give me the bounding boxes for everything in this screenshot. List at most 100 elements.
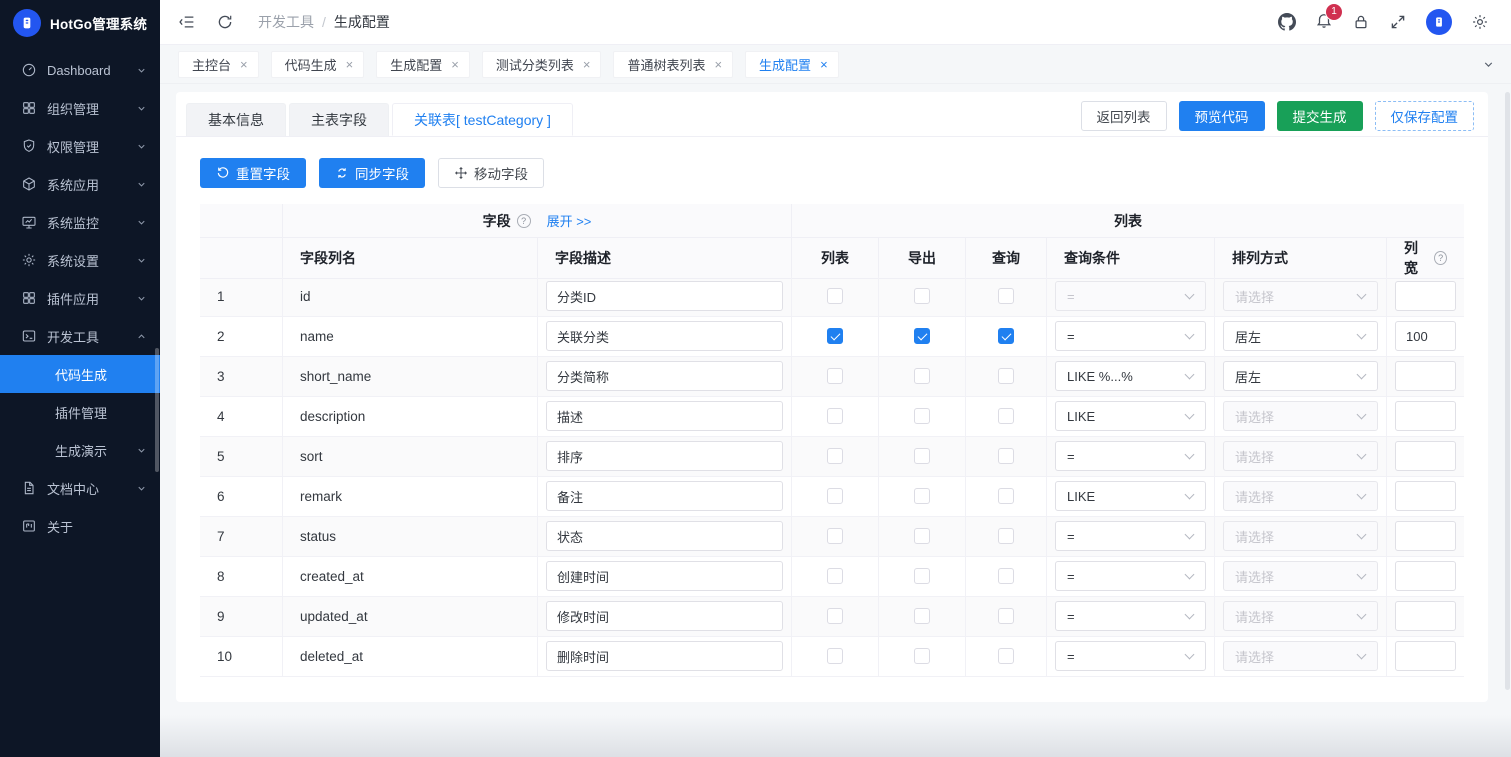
breadcrumb-parent[interactable]: 开发工具: [258, 12, 314, 32]
align-select[interactable]: 请选择: [1223, 521, 1378, 551]
export-checkbox[interactable]: [914, 448, 930, 464]
sidebar-item-permission[interactable]: 权限管理: [0, 127, 160, 165]
column-width-input[interactable]: [1395, 441, 1456, 471]
back-to-list-button[interactable]: 返回列表: [1081, 101, 1167, 131]
sidebar-item-dev-tools[interactable]: 开发工具: [0, 317, 160, 355]
field-desc-input[interactable]: [546, 521, 783, 551]
sidebar-scrollbar[interactable]: [155, 348, 159, 472]
align-select[interactable]: 居左: [1223, 361, 1378, 391]
query-condition-select[interactable]: =: [1055, 641, 1206, 671]
close-icon[interactable]: ×: [240, 58, 248, 71]
collapse-sidebar-icon[interactable]: [178, 13, 196, 31]
align-select[interactable]: 请选择: [1223, 641, 1378, 671]
github-icon[interactable]: [1278, 13, 1296, 31]
query-checkbox[interactable]: [998, 288, 1014, 304]
query-condition-select[interactable]: =: [1055, 441, 1206, 471]
sidebar-item-system-app[interactable]: 系统应用: [0, 165, 160, 203]
reset-fields-button[interactable]: 重置字段: [200, 158, 306, 188]
query-condition-select[interactable]: =: [1055, 601, 1206, 631]
field-desc-input[interactable]: [546, 401, 783, 431]
column-width-input[interactable]: [1395, 481, 1456, 511]
sidebar-item-code-generation[interactable]: 代码生成: [0, 355, 160, 393]
field-desc-input[interactable]: [546, 321, 783, 351]
sidebar-item-org[interactable]: 组织管理: [0, 89, 160, 127]
export-checkbox[interactable]: [914, 288, 930, 304]
sidebar-item-system-settings[interactable]: 系统设置: [0, 241, 160, 279]
list-checkbox[interactable]: [827, 608, 843, 624]
field-desc-input[interactable]: [546, 481, 783, 511]
refresh-icon[interactable]: [216, 13, 234, 31]
align-select[interactable]: 请选择: [1223, 481, 1378, 511]
query-checkbox[interactable]: [998, 448, 1014, 464]
query-checkbox[interactable]: [998, 568, 1014, 584]
list-checkbox[interactable]: [827, 328, 843, 344]
query-condition-select[interactable]: LIKE: [1055, 401, 1206, 431]
sidebar-item-doc-center[interactable]: 文档中心: [0, 469, 160, 507]
close-icon[interactable]: ×: [346, 58, 354, 71]
query-checkbox[interactable]: [998, 368, 1014, 384]
tab-main-fields[interactable]: 主表字段: [289, 103, 389, 136]
sidebar-item-generate-demo[interactable]: 生成演示: [0, 431, 160, 469]
list-checkbox[interactable]: [827, 408, 843, 424]
notifications-button[interactable]: 1: [1315, 11, 1333, 34]
list-checkbox[interactable]: [827, 368, 843, 384]
column-width-input[interactable]: [1395, 281, 1456, 311]
settings-gear-icon[interactable]: [1471, 13, 1489, 31]
close-icon[interactable]: ×: [451, 58, 459, 71]
export-checkbox[interactable]: [914, 568, 930, 584]
user-avatar[interactable]: [1426, 9, 1452, 35]
tab-chip-console[interactable]: 主控台×: [178, 51, 259, 78]
sidebar-item-about[interactable]: 关于: [0, 507, 160, 545]
field-desc-input[interactable]: [546, 361, 783, 391]
submit-generate-button[interactable]: 提交生成: [1277, 101, 1363, 131]
list-checkbox[interactable]: [827, 288, 843, 304]
lock-icon[interactable]: [1352, 13, 1370, 31]
sidebar-item-plugin-app[interactable]: 插件应用: [0, 279, 160, 317]
sidebar-item-plugin-manage[interactable]: 插件管理: [0, 393, 160, 431]
align-select[interactable]: 请选择: [1223, 601, 1378, 631]
fullscreen-icon[interactable]: [1389, 13, 1407, 31]
sidebar-item-dashboard[interactable]: Dashboard: [0, 51, 160, 89]
export-checkbox[interactable]: [914, 488, 930, 504]
app-logo[interactable]: HotGo管理系统: [0, 0, 160, 45]
column-width-input[interactable]: [1395, 641, 1456, 671]
query-checkbox[interactable]: [998, 608, 1014, 624]
export-checkbox[interactable]: [914, 608, 930, 624]
tab-basic-info[interactable]: 基本信息: [186, 103, 286, 136]
move-fields-button[interactable]: 移动字段: [438, 158, 544, 188]
column-width-input[interactable]: [1395, 561, 1456, 591]
tab-chip-tree-table-list[interactable]: 普通树表列表×: [613, 51, 733, 78]
sidebar-item-system-monitor[interactable]: 系统监控: [0, 203, 160, 241]
tab-chip-code-generation[interactable]: 代码生成×: [271, 51, 365, 78]
query-checkbox[interactable]: [998, 648, 1014, 664]
tabs-menu-chevron-icon[interactable]: [1482, 58, 1495, 71]
help-icon[interactable]: ?: [517, 214, 531, 228]
close-icon[interactable]: ×: [714, 58, 722, 71]
field-desc-input[interactable]: [546, 561, 783, 591]
column-width-input[interactable]: [1395, 601, 1456, 631]
field-desc-input[interactable]: [546, 441, 783, 471]
window-scrollbar[interactable]: [1505, 92, 1510, 690]
list-checkbox[interactable]: [827, 448, 843, 464]
query-condition-select[interactable]: =: [1055, 281, 1206, 311]
query-condition-select[interactable]: =: [1055, 321, 1206, 351]
list-checkbox[interactable]: [827, 528, 843, 544]
align-select[interactable]: 请选择: [1223, 401, 1378, 431]
column-width-input[interactable]: [1395, 521, 1456, 551]
preview-code-button[interactable]: 预览代码: [1179, 101, 1265, 131]
query-checkbox[interactable]: [998, 408, 1014, 424]
list-checkbox[interactable]: [827, 648, 843, 664]
close-icon[interactable]: ×: [820, 58, 828, 71]
field-desc-input[interactable]: [546, 281, 783, 311]
query-condition-select[interactable]: =: [1055, 561, 1206, 591]
expand-link[interactable]: 展开 >>: [547, 211, 592, 230]
save-config-only-button[interactable]: 仅保存配置: [1375, 101, 1475, 131]
query-condition-select[interactable]: =: [1055, 521, 1206, 551]
query-checkbox[interactable]: [998, 528, 1014, 544]
align-select[interactable]: 请选择: [1223, 281, 1378, 311]
query-checkbox[interactable]: [998, 328, 1014, 344]
tab-relation-table[interactable]: 关联表[ testCategory ]: [392, 103, 573, 136]
tab-chip-generate-config-active[interactable]: 生成配置×: [745, 51, 839, 78]
close-icon[interactable]: ×: [583, 58, 591, 71]
column-width-input[interactable]: [1395, 361, 1456, 391]
